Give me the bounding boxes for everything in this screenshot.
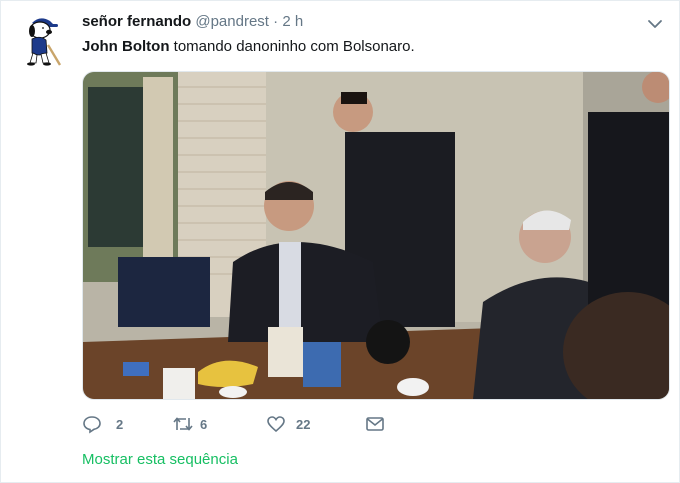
tweet-text-rest: tomando danoninho com Bolsonaro. xyxy=(169,38,415,55)
snoopy-avatar-icon[interactable] xyxy=(20,13,64,69)
tweet-card[interactable]: señor fernando @pandrest · 2 h John Bolt… xyxy=(0,0,680,483)
tweet-text-bold: John Bolton xyxy=(82,38,170,55)
envelope-icon xyxy=(365,414,385,434)
tweet-photo[interactable] xyxy=(82,71,670,400)
reply-count: 2 xyxy=(116,416,124,432)
author-handle[interactable]: @pandrest xyxy=(195,13,269,30)
show-thread-link[interactable]: Mostrar esta sequência xyxy=(82,451,238,468)
tweet-text: John Bolton tomando danoninho com Bolson… xyxy=(82,38,415,55)
header-separator: · xyxy=(273,13,279,30)
tweet-timestamp[interactable]: 2 h xyxy=(282,13,303,30)
tweet-header: señor fernando @pandrest · 2 h xyxy=(82,13,303,30)
like-count: 22 xyxy=(296,416,311,432)
dm-button[interactable] xyxy=(365,414,385,434)
retweet-count: 6 xyxy=(200,416,208,432)
retweet-button[interactable]: 6 xyxy=(172,414,266,434)
retweet-icon xyxy=(172,414,194,434)
chevron-down-icon[interactable] xyxy=(647,17,663,29)
reply-button[interactable]: 2 xyxy=(82,414,172,434)
author-display-name[interactable]: señor fernando xyxy=(82,13,191,30)
reply-icon xyxy=(82,414,102,434)
heart-icon xyxy=(266,414,286,434)
tweet-actions-bar: 2 6 22 xyxy=(82,412,385,436)
like-button[interactable]: 22 xyxy=(266,414,365,434)
